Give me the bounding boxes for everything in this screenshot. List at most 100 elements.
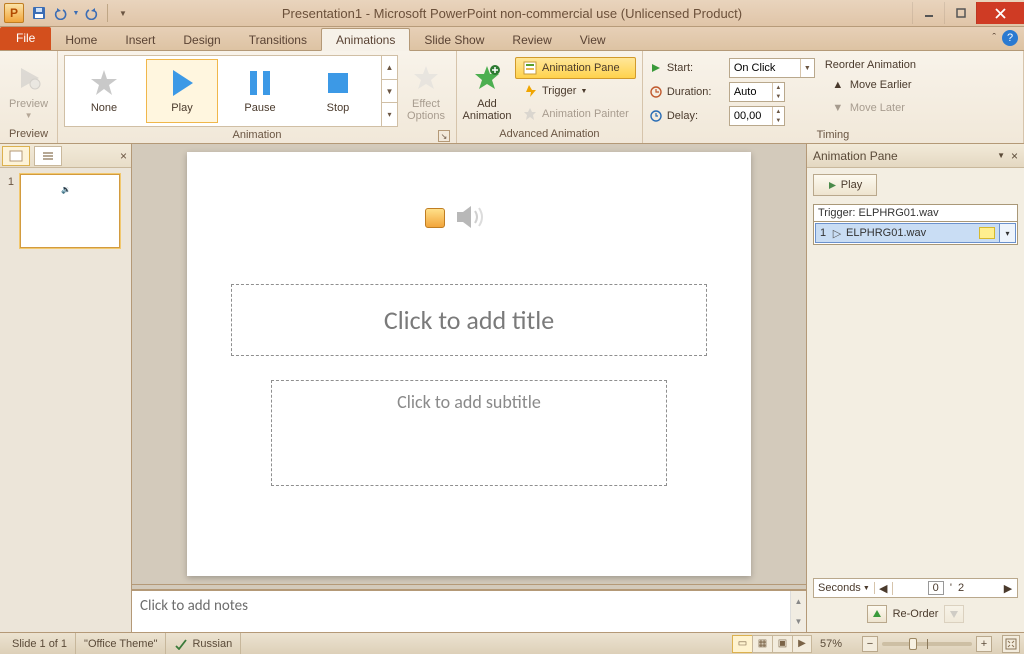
animation-gallery[interactable]: None Play Pause Stop ▲ ▼ ▾ xyxy=(64,55,398,127)
tab-animations[interactable]: Animations xyxy=(321,28,410,51)
arrow-down-icon: ▼ xyxy=(830,100,846,116)
tab-slide-show[interactable]: Slide Show xyxy=(410,29,498,50)
workspace: × 1 🔉 Click to add title Click to add su… xyxy=(0,144,1024,632)
reorder-down-button[interactable] xyxy=(944,605,964,623)
zoom-out-icon[interactable]: − xyxy=(862,636,878,652)
delay-spinner[interactable]: 00,00▲▼ xyxy=(729,106,785,126)
close-button[interactable] xyxy=(976,2,1024,24)
trigger-button[interactable]: Trigger ▼ xyxy=(515,80,636,102)
animation-list: Trigger: ELPHRG01.wav 1 ▷ ELPHRG01.wav ▾ xyxy=(813,204,1018,245)
qat-customize-icon[interactable]: ▼ xyxy=(114,4,132,22)
scroll-up-icon[interactable]: ▲ xyxy=(791,591,806,612)
duration-label: Duration: xyxy=(667,86,725,98)
gallery-item-pause[interactable]: Pause xyxy=(224,59,296,123)
tab-view[interactable]: View xyxy=(566,29,620,50)
slideshow-view-icon[interactable]: ▶ xyxy=(792,635,812,653)
save-icon[interactable] xyxy=(30,4,48,22)
trigger-icon xyxy=(522,83,538,99)
status-bar: Slide 1 of 1 "Office Theme" Russian ▭ ▦ … xyxy=(0,632,1024,654)
slide-canvas[interactable]: Click to add title Click to add subtitle xyxy=(132,144,806,584)
preview-icon xyxy=(13,62,45,94)
dialog-launcher-icon[interactable]: ↘ xyxy=(438,130,450,142)
scroll-down-icon[interactable]: ▼ xyxy=(791,612,806,633)
spin-down-icon[interactable]: ▼ xyxy=(773,116,784,125)
undo-icon[interactable] xyxy=(51,4,69,22)
spin-up-icon[interactable]: ▲ xyxy=(773,107,784,116)
zoom-in-icon[interactable]: + xyxy=(976,636,992,652)
notes-scrollbar[interactable]: ▲▼ xyxy=(790,591,806,632)
gallery-item-play[interactable]: Play xyxy=(146,59,218,123)
move-later-button[interactable]: ▼Move Later xyxy=(823,97,919,119)
fit-to-window-icon[interactable] xyxy=(1002,635,1020,653)
stop-icon xyxy=(323,68,353,98)
slide-thumbnails-panel: × 1 🔉 xyxy=(0,144,132,632)
timeline-units-button[interactable]: Seconds▼ xyxy=(814,582,875,594)
redo-icon[interactable] xyxy=(83,4,101,22)
animation-painter-button[interactable]: Animation Painter xyxy=(515,103,636,125)
close-thumbnails-icon[interactable]: × xyxy=(120,149,127,163)
sorter-view-icon[interactable]: ▦ xyxy=(752,635,772,653)
animation-pane-button[interactable]: Animation Pane xyxy=(515,57,636,79)
add-animation-button[interactable]: Add Animation xyxy=(463,55,511,125)
animation-item[interactable]: 1 ▷ ELPHRG01.wav ▾ xyxy=(815,223,1016,243)
qat-separator xyxy=(107,4,108,22)
tab-insert[interactable]: Insert xyxy=(111,29,169,50)
reorder-up-button[interactable] xyxy=(867,605,887,623)
spellcheck-icon xyxy=(174,638,188,650)
spin-up-icon[interactable]: ▲ xyxy=(773,83,784,92)
minimize-button[interactable] xyxy=(912,2,944,24)
outline-tab-icon[interactable] xyxy=(34,146,62,166)
maximize-button[interactable] xyxy=(944,2,976,24)
start-play-icon xyxy=(649,61,663,75)
item-dropdown-icon[interactable]: ▾ xyxy=(999,224,1015,242)
add-animation-icon xyxy=(471,62,503,94)
tab-transitions[interactable]: Transitions xyxy=(235,29,321,50)
minimize-ribbon-icon[interactable]: ˆ xyxy=(992,32,996,44)
start-combo[interactable]: On Click▼ xyxy=(729,58,815,78)
effect-options-button[interactable]: Effect Options xyxy=(402,55,450,125)
item-play-icon: ▷ xyxy=(830,227,844,240)
undo-dropdown-icon[interactable]: ▼ xyxy=(72,4,80,22)
file-tab[interactable]: File xyxy=(0,27,51,50)
tab-design[interactable]: Design xyxy=(169,29,234,50)
speaker-icon[interactable] xyxy=(453,202,487,232)
zoom-slider[interactable] xyxy=(882,642,972,646)
tab-home[interactable]: Home xyxy=(51,29,111,50)
subtitle-placeholder[interactable]: Click to add subtitle xyxy=(271,380,667,486)
notes-input[interactable]: Click to add notes xyxy=(132,591,790,632)
group-timing: Start: On Click▼ Duration: Auto▲▼ Delay:… xyxy=(643,51,1024,143)
duration-spinner[interactable]: Auto▲▼ xyxy=(729,82,785,102)
pane-close-icon[interactable]: × xyxy=(1011,149,1018,163)
zoom-percent[interactable]: 57% xyxy=(820,638,858,650)
pane-play-button[interactable]: Play xyxy=(813,174,877,196)
normal-view-icon[interactable]: ▭ xyxy=(732,635,752,653)
spin-down-icon[interactable]: ▼ xyxy=(773,92,784,101)
gallery-item-none[interactable]: None xyxy=(68,59,140,123)
thumbnail-audio-icon: 🔉 xyxy=(61,185,71,194)
title-placeholder[interactable]: Click to add title xyxy=(231,284,707,356)
start-label: Start: xyxy=(667,62,725,74)
gallery-item-stop[interactable]: Stop xyxy=(302,59,374,123)
preview-button[interactable]: Preview ▼ xyxy=(6,55,51,123)
timeline-prev-icon[interactable]: ◀ xyxy=(875,582,893,595)
slides-tab-icon[interactable] xyxy=(2,146,30,166)
timeline-next-icon[interactable]: ▶ xyxy=(999,582,1017,595)
gallery-up-icon[interactable]: ▲ xyxy=(382,56,397,80)
embedded-file-icon[interactable] xyxy=(425,208,445,228)
slide-thumbnail[interactable]: 1 🔉 xyxy=(4,174,127,248)
pane-menu-icon[interactable]: ▼ xyxy=(997,151,1005,160)
gallery-more-icon[interactable]: ▾ xyxy=(382,103,397,126)
status-theme: "Office Theme" xyxy=(76,633,166,654)
move-earlier-button[interactable]: ▲Move Earlier xyxy=(823,74,919,96)
painter-icon xyxy=(522,106,538,122)
reorder-header: Reorder Animation xyxy=(823,57,919,73)
gallery-down-icon[interactable]: ▼ xyxy=(382,80,397,104)
tab-review[interactable]: Review xyxy=(498,29,565,50)
status-language[interactable]: Russian xyxy=(166,633,241,654)
trigger-header: Trigger: ELPHRG01.wav xyxy=(814,205,1017,222)
pane-reorder: Re-Order xyxy=(813,602,1018,626)
ribbon: Preview ▼ Preview None Play Pause xyxy=(0,51,1024,144)
reading-view-icon[interactable]: ▣ xyxy=(772,635,792,653)
help-icon[interactable]: ? xyxy=(1002,30,1018,46)
duration-clock-icon xyxy=(649,85,663,99)
